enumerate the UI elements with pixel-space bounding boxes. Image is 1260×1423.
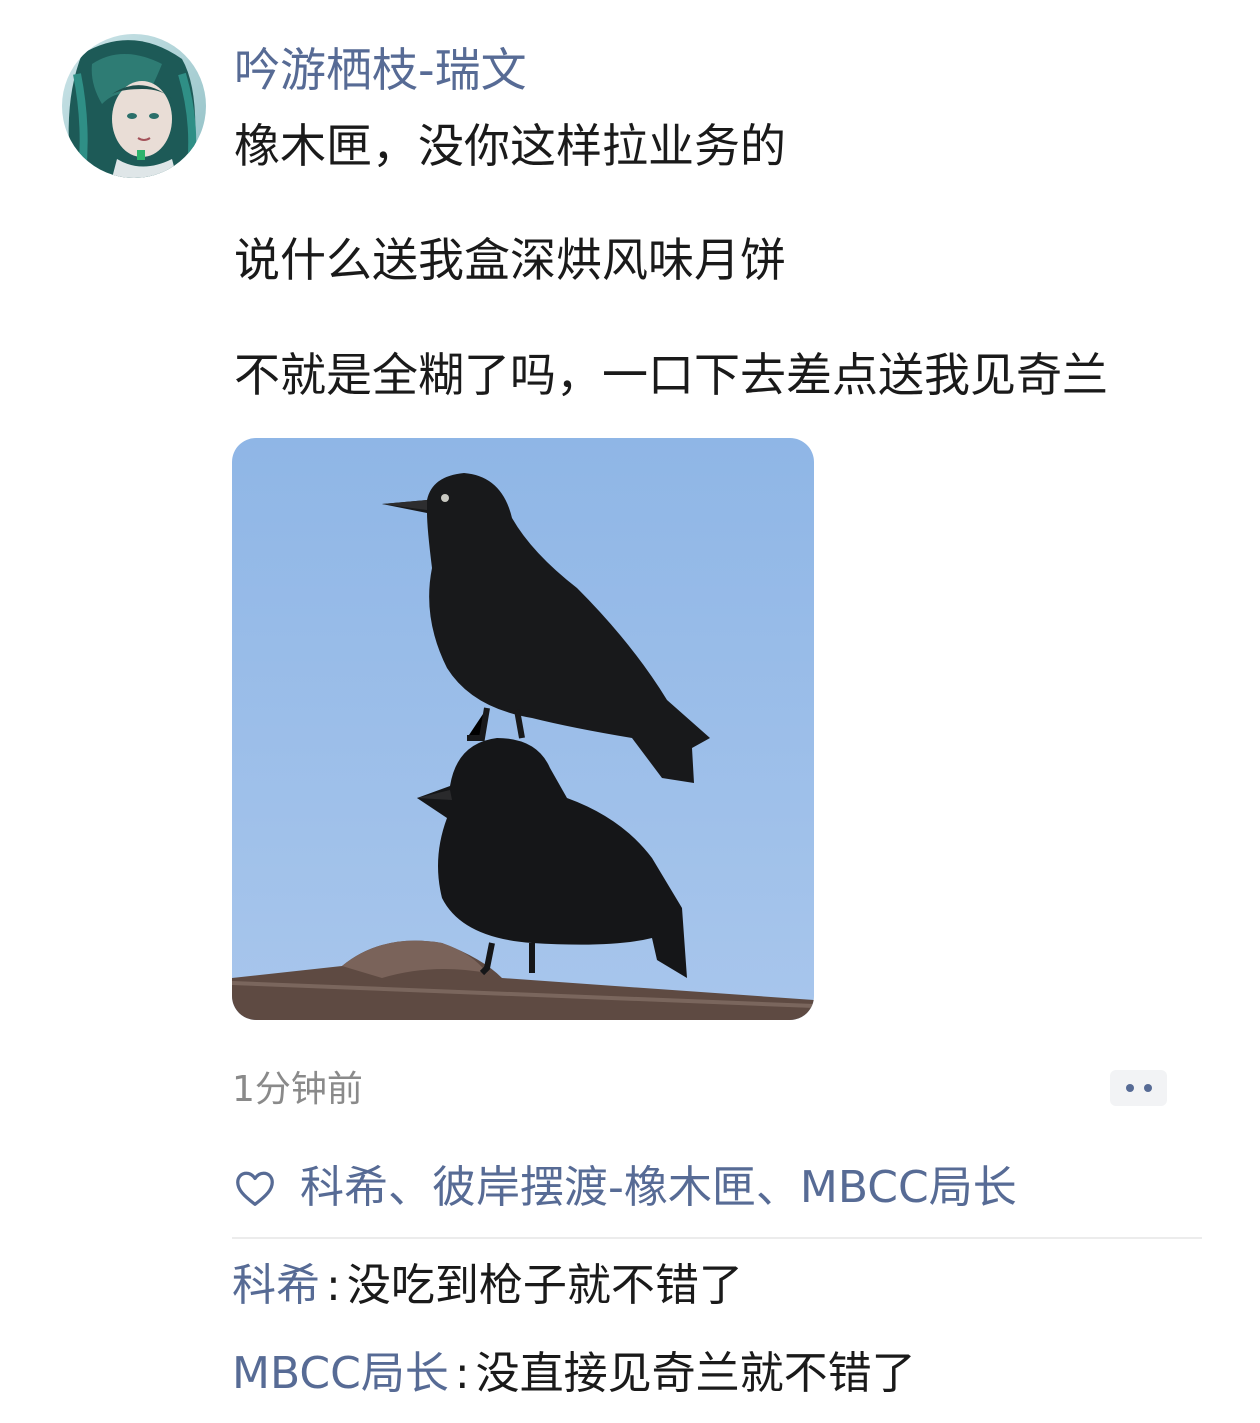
post-text-line-1: 橡木匣，没你这样拉业务的 bbox=[234, 119, 786, 173]
comment-separator: : bbox=[326, 1260, 341, 1311]
post-text-line-2: 说什么送我盒深烘风味月饼 bbox=[234, 233, 786, 287]
divider bbox=[232, 1237, 1202, 1239]
comment-text: 没直接见奇兰就不错了 bbox=[475, 1348, 916, 1399]
dot-icon bbox=[1143, 1084, 1152, 1092]
post-author-name[interactable]: 吟游栖枝-瑞文 bbox=[234, 38, 527, 102]
post-text-line-3: 不就是全糊了吗，一口下去差点送我见奇兰 bbox=[234, 348, 1108, 402]
two-crows-photo bbox=[232, 438, 814, 1020]
post-photo[interactable] bbox=[232, 438, 814, 1020]
likes-row: 科希、彼岸摆渡-橡木匣、MBCC局长 bbox=[232, 1160, 1017, 1216]
more-actions-button[interactable] bbox=[1110, 1070, 1167, 1106]
liker-names[interactable]: 科希、彼岸摆渡-橡木匣、MBCC局长 bbox=[300, 1160, 1017, 1216]
comment-item[interactable]: MBCC局长: 没直接见奇兰就不错了 bbox=[232, 1344, 916, 1404]
comment-author[interactable]: 科希 bbox=[232, 1260, 320, 1311]
dot-icon bbox=[1125, 1084, 1134, 1092]
comment-text: 没吃到枪子就不错了 bbox=[346, 1260, 743, 1311]
comment-separator: : bbox=[454, 1348, 470, 1399]
heart-outline-icon bbox=[236, 1171, 274, 1206]
avatar-image bbox=[62, 34, 206, 178]
avatar[interactable] bbox=[62, 34, 206, 178]
comment-author[interactable]: MBCC局长 bbox=[232, 1348, 449, 1399]
post-timestamp: 1分钟前 bbox=[232, 1069, 363, 1110]
comment-item[interactable]: 科希: 没吃到枪子就不错了 bbox=[232, 1256, 743, 1316]
